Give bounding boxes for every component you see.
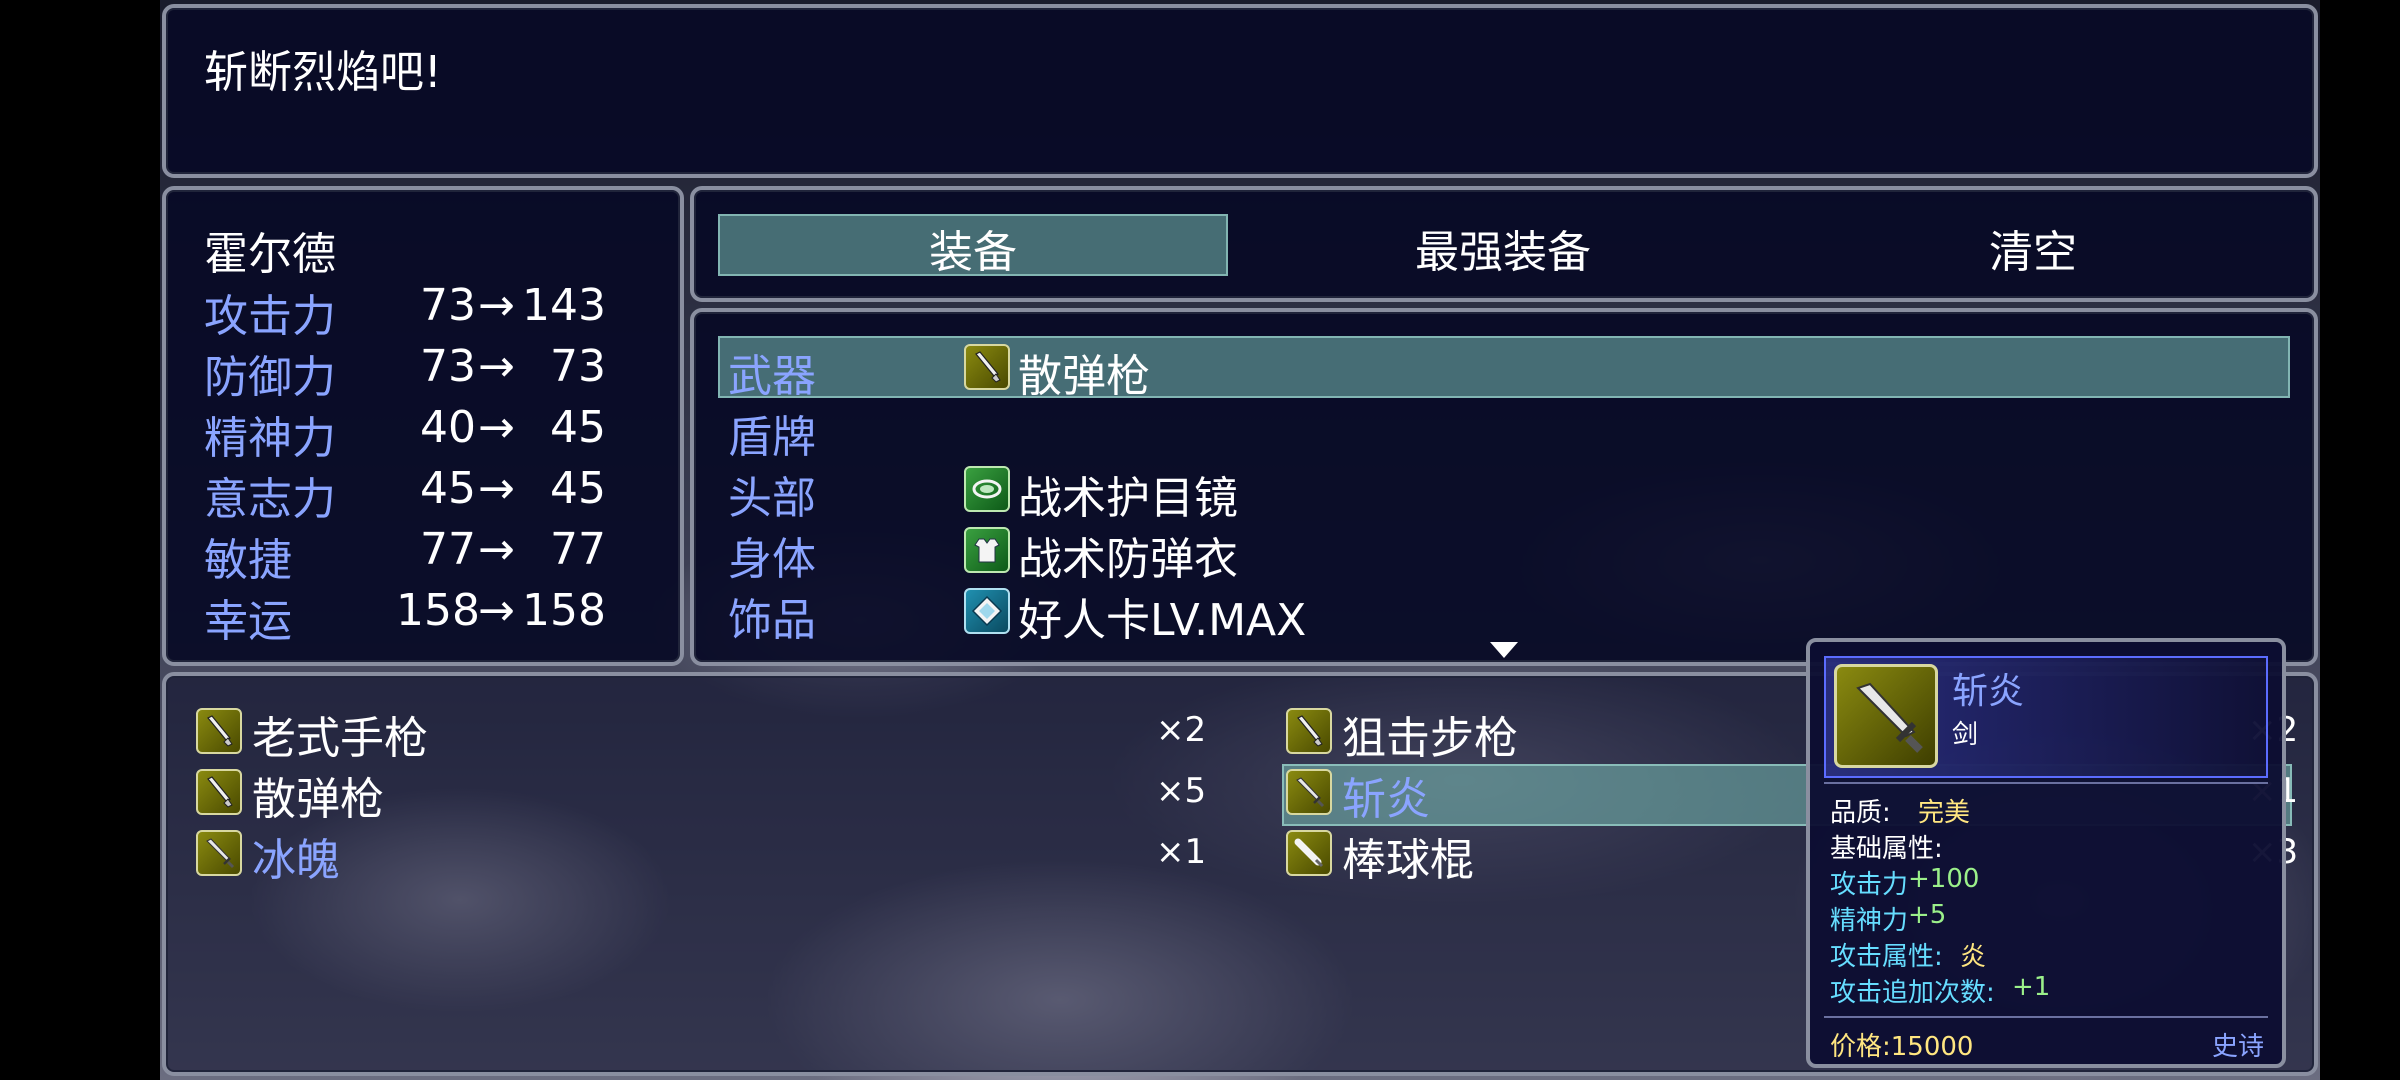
- stat-before-2: 40: [420, 402, 476, 453]
- stat-arrow-4: →: [478, 524, 515, 575]
- slot-gun-icon: [964, 344, 1010, 390]
- stat-after-3: 45: [550, 463, 606, 514]
- stat-before-1: 73: [420, 341, 476, 392]
- tooltip-quality-value: 完美: [1918, 798, 1971, 828]
- slot-label-0[interactable]: 武器: [728, 340, 816, 404]
- slot-label-3[interactable]: 身体: [728, 523, 816, 587]
- stat-after-1: 73: [550, 341, 606, 392]
- item-name-0[interactable]: 老式手枪: [252, 702, 428, 766]
- tooltip-item-type: 剑: [1952, 720, 1979, 750]
- stat-label-4: 敏捷: [204, 535, 292, 586]
- tooltip-attr-value-0: +100: [1908, 864, 1980, 894]
- item-name-2[interactable]: 散弹枪: [252, 763, 384, 827]
- slot-label-1[interactable]: 盾牌: [728, 401, 816, 465]
- tooltip-sword-icon: [1834, 664, 1938, 768]
- item-count-4: ×1: [1156, 832, 1207, 872]
- stat-arrow-3: →: [478, 463, 515, 514]
- tooltip-attr-label-0: 攻击力: [1830, 870, 1909, 900]
- stat-arrow-1: →: [478, 341, 515, 392]
- stat-label-3: 意志力: [204, 474, 336, 525]
- stat-after-4: 77: [550, 524, 606, 575]
- stat-before-4: 77: [420, 524, 476, 575]
- stat-after-5: 158: [522, 585, 606, 636]
- slot-item-0[interactable]: 散弹枪: [1018, 340, 1150, 404]
- tooltip-price: 价格:15000: [1830, 1032, 1974, 1062]
- tooltip-attr-label-1: 精神力: [1830, 906, 1909, 936]
- slot-card-icon: [964, 588, 1010, 634]
- stat-arrow-2: →: [478, 402, 515, 453]
- stat-label-2: 精神力: [204, 413, 336, 464]
- item-sword-icon: [1286, 769, 1332, 815]
- stat-label-5: 幸运: [204, 596, 292, 647]
- item-gun-icon: [1286, 708, 1332, 754]
- slot-vest-icon: [964, 527, 1010, 573]
- item-name-1[interactable]: 狙击步枪: [1342, 702, 1518, 766]
- equip-slot-window: 武器 散弹枪盾牌 头部 战术护目镜身体 战术防弹衣饰品 好人卡LV.MAX: [690, 308, 2318, 666]
- item-gun-icon: [196, 769, 242, 815]
- command-optimize[interactable]: 最强装备: [1248, 216, 1758, 280]
- stat-before-3: 45: [420, 463, 476, 514]
- slot-label-4[interactable]: 饰品: [728, 584, 816, 648]
- actor-name: 霍尔德: [204, 229, 336, 280]
- stat-label-0: 攻击力: [204, 291, 336, 342]
- tooltip-rarity: 史诗: [2212, 1032, 2265, 1062]
- command-clear[interactable]: 清空: [1778, 216, 2288, 280]
- stat-after-0: 143: [522, 280, 606, 331]
- tooltip-base-label: 基础属性:: [1830, 834, 1943, 864]
- tooltip-extra-label: 攻击追加次数:: [1830, 978, 1995, 1008]
- tooltip-quality-label: 品质:: [1830, 798, 1891, 828]
- item-count-0: ×2: [1156, 710, 1207, 750]
- tooltip-element-value: 炎: [1960, 942, 1987, 972]
- stat-before-5: 158: [396, 585, 480, 636]
- stat-after-2: 45: [550, 402, 606, 453]
- item-count-2: ×5: [1156, 771, 1207, 811]
- tooltip-divider-bottom: [1824, 1016, 2268, 1018]
- tooltip-extra-value: +1: [2012, 972, 2051, 1002]
- stat-arrow-0: →: [478, 280, 515, 331]
- item-sword-icon: [196, 830, 242, 876]
- stat-arrow-5: →: [478, 585, 515, 636]
- tooltip-attr-value-1: +5: [1908, 900, 1947, 930]
- item-gun-icon: [196, 708, 242, 754]
- slot-item-4[interactable]: 好人卡LV.MAX: [1018, 584, 1306, 648]
- item-name-4[interactable]: 冰魄: [252, 824, 340, 888]
- item-tooltip: 斩炎 剑 品质: 完美 基础属性: 攻击力 +100 精神力 +5 攻击属性: …: [1806, 638, 2286, 1068]
- stat-before-0: 73: [420, 280, 476, 331]
- slot-goggles-icon: [964, 466, 1010, 512]
- stat-label-1: 防御力: [204, 352, 336, 403]
- tooltip-item-name: 斩炎: [1952, 671, 2025, 712]
- slot-item-3[interactable]: 战术防弹衣: [1018, 523, 1238, 587]
- scroll-down-arrow-icon[interactable]: [1490, 642, 1518, 658]
- message-window: 斩断烈焰吧!: [162, 4, 2318, 178]
- command-equip[interactable]: 装备: [718, 216, 1228, 280]
- tooltip-element-label: 攻击属性:: [1830, 942, 1943, 972]
- item-name-3[interactable]: 斩炎: [1342, 763, 1430, 827]
- slot-cursor: [718, 336, 2290, 398]
- command-window: 装备 最强装备 清空: [690, 186, 2318, 302]
- tooltip-divider: [1824, 782, 2268, 784]
- slot-item-2[interactable]: 战术护目镜: [1018, 462, 1238, 526]
- item-bat-icon: [1286, 830, 1332, 876]
- slot-label-2[interactable]: 头部: [728, 462, 816, 526]
- actor-status-window: 霍尔德 攻击力 73 → 143 防御力 73 → 73 精神力 40 → 45 意志力 45 → 45 敏捷 7…: [162, 186, 684, 666]
- message-text: 斩断烈焰吧!: [204, 47, 442, 98]
- item-name-5[interactable]: 棒球棍: [1342, 824, 1474, 888]
